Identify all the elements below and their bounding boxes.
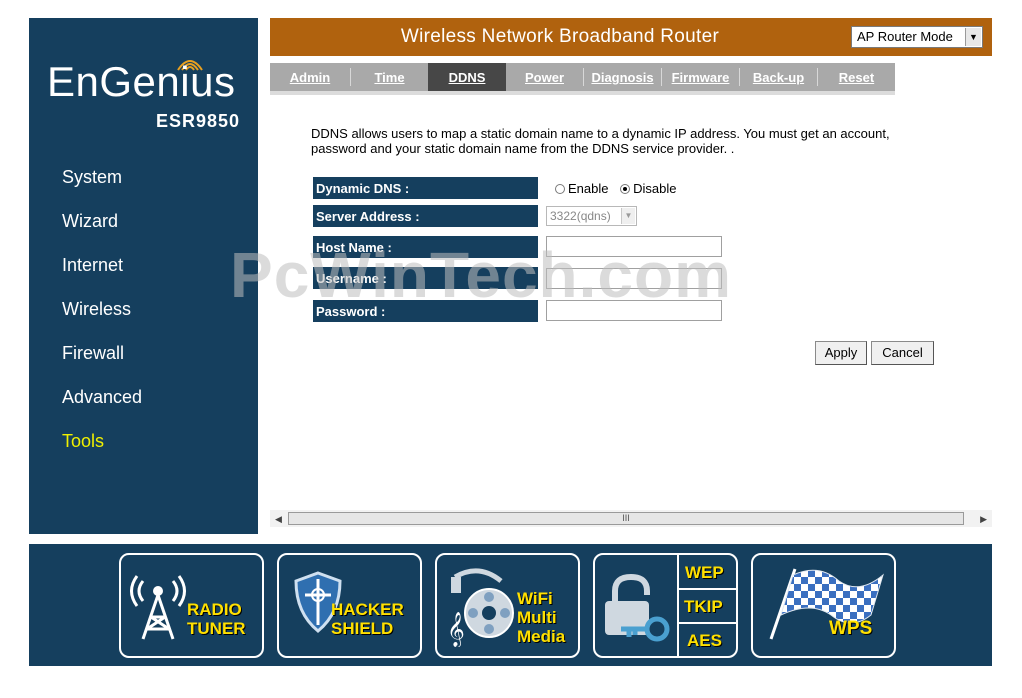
feature-divider xyxy=(677,622,736,624)
padlock-key-icon xyxy=(605,573,670,642)
sidebar-item-system[interactable]: System xyxy=(62,167,122,188)
server-address-select[interactable]: 3322(qdns) ▼ xyxy=(546,206,637,226)
feature-banner: RADIO TUNER HACKER SHIELD 𝄞 WiFi Multi M… xyxy=(29,544,992,666)
cancel-button[interactable]: Cancel xyxy=(871,341,934,365)
feature-line: HACKER xyxy=(331,600,404,619)
label-server-address: Server Address : xyxy=(313,205,538,227)
feature-wep-label: WEP xyxy=(685,563,724,582)
sidebar-item-internet[interactable]: Internet xyxy=(62,255,123,276)
sidebar-item-wireless[interactable]: Wireless xyxy=(62,299,131,320)
feature-line: SHIELD xyxy=(331,619,394,638)
tab-backup[interactable]: Back-up xyxy=(740,63,817,91)
horizontal-scrollbar[interactable]: ◀ III ▶ xyxy=(270,510,992,527)
tab-reset[interactable]: Reset xyxy=(818,63,895,91)
feature-line: Media xyxy=(517,627,566,646)
password-input[interactable] xyxy=(546,300,722,321)
scroll-right-icon[interactable]: ▶ xyxy=(980,514,987,525)
router-mode-select[interactable]: AP Router Mode ▼ xyxy=(851,26,983,48)
tab-admin[interactable]: Admin xyxy=(270,63,350,91)
tab-bar-shadow xyxy=(270,91,895,95)
feature-line: TUNER xyxy=(187,619,246,638)
sidebar: EnGenius ESR9850 System Wizard Internet … xyxy=(29,18,258,534)
feature-line: Multi xyxy=(517,608,557,627)
chevron-down-icon[interactable]: ▼ xyxy=(965,28,981,46)
label-host-name: Host Name : xyxy=(313,236,538,258)
sidebar-item-firewall[interactable]: Firewall xyxy=(62,343,124,364)
engenius-logo: EnGenius ESR9850 xyxy=(29,18,258,138)
label-username: Username : xyxy=(313,267,538,289)
feature-hacker-shield-label: HACKER SHIELD xyxy=(331,600,404,638)
sidebar-item-wizard[interactable]: Wizard xyxy=(62,211,118,232)
feature-divider xyxy=(677,588,736,590)
feature-radio-tuner-label: RADIO TUNER xyxy=(187,600,246,638)
music-disc-icon: 𝄞 xyxy=(447,568,514,647)
svg-text:𝄞: 𝄞 xyxy=(447,612,465,647)
server-address-value: 3322(qdns) xyxy=(550,209,611,223)
enable-radio[interactable] xyxy=(555,183,565,194)
tab-power[interactable]: Power xyxy=(506,63,583,91)
apply-button[interactable]: Apply xyxy=(815,341,867,365)
enable-radio-label[interactable]: Enable xyxy=(568,181,608,196)
logo-text: EnGenius xyxy=(47,58,236,105)
sidebar-item-tools[interactable]: Tools xyxy=(62,431,104,452)
feature-aes-label: AES xyxy=(687,631,722,650)
chevron-down-icon[interactable]: ▼ xyxy=(621,208,635,224)
page-header: Wireless Network Broadband Router AP Rou… xyxy=(270,18,992,56)
feature-radio-tuner: RADIO TUNER xyxy=(119,553,264,658)
sidebar-item-advanced[interactable]: Advanced xyxy=(62,387,142,408)
feature-line: RADIO xyxy=(187,600,242,619)
label-dynamic-dns: Dynamic DNS : xyxy=(313,177,538,199)
tab-firmware[interactable]: Firmware xyxy=(662,63,739,91)
scroll-left-icon[interactable]: ◀ xyxy=(275,514,282,525)
feature-wifi-multimedia: 𝄞 WiFi Multi Media xyxy=(435,553,580,658)
router-mode-value: AP Router Mode xyxy=(857,29,953,44)
page-title: Wireless Network Broadband Router xyxy=(400,26,720,47)
feature-security: WEP TKIP AES xyxy=(593,553,738,658)
tab-bar: Admin Time DDNS Power Diagnosis Firmware… xyxy=(270,63,895,91)
feature-wps: WPS xyxy=(751,553,896,658)
model-name: ESR9850 xyxy=(155,111,240,131)
host-name-input[interactable] xyxy=(546,236,722,257)
feature-divider xyxy=(677,555,679,656)
disable-radio[interactable] xyxy=(620,183,631,194)
radio-tower-icon xyxy=(130,575,186,640)
ddns-description: DDNS allows users to map a static domain… xyxy=(311,126,890,156)
username-input[interactable] xyxy=(546,268,722,289)
disable-radio-label[interactable]: Disable xyxy=(633,181,676,196)
feature-tkip-label: TKIP xyxy=(684,597,723,616)
tab-diagnosis[interactable]: Diagnosis xyxy=(584,63,661,91)
feature-wps-label: WPS xyxy=(829,618,873,639)
feature-wifi-multimedia-label: WiFi Multi Media xyxy=(517,589,565,646)
tab-time[interactable]: Time xyxy=(351,63,428,91)
scrollbar-grip: III xyxy=(622,513,630,523)
scrollbar-thumb[interactable]: III xyxy=(288,512,964,525)
label-password: Password : xyxy=(313,300,538,322)
feature-hacker-shield: HACKER SHIELD xyxy=(277,553,422,658)
feature-line: WiFi xyxy=(517,589,553,608)
dynamic-dns-radio-group: Enable Disable xyxy=(555,180,684,196)
tab-ddns[interactable]: DDNS xyxy=(428,63,506,91)
